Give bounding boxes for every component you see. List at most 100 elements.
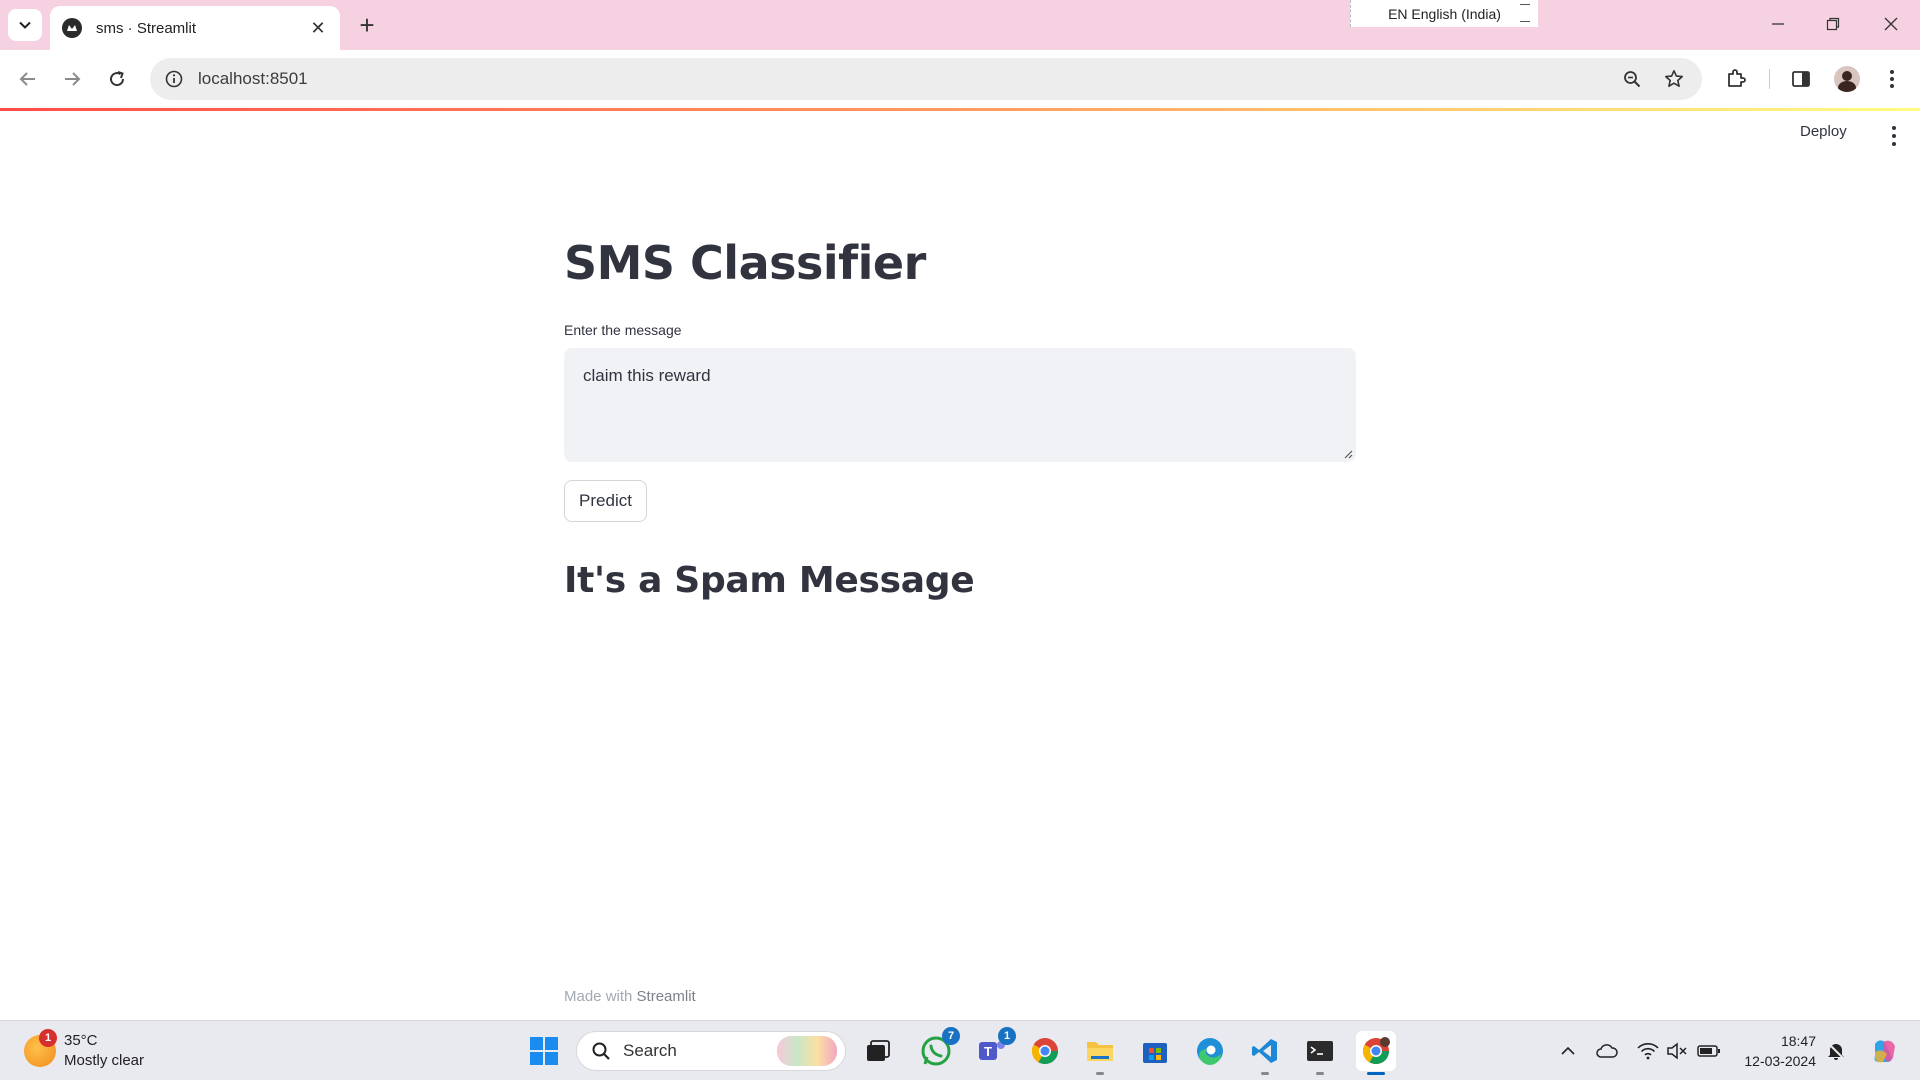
tab-title: sms · Streamlit bbox=[96, 19, 197, 37]
extensions-button[interactable] bbox=[1720, 63, 1752, 95]
terminal-app[interactable] bbox=[1300, 1031, 1340, 1075]
toolbar-divider bbox=[1769, 69, 1770, 89]
battery-tray[interactable] bbox=[1697, 1039, 1721, 1063]
streamlit-decoration-bar bbox=[0, 108, 1920, 111]
chrome-app[interactable] bbox=[1025, 1031, 1065, 1071]
clock-date: 12-03-2024 bbox=[1744, 1053, 1816, 1069]
bookmark-star-icon[interactable] bbox=[1660, 65, 1688, 93]
teams-app[interactable]: T 1 bbox=[972, 1027, 1016, 1071]
restore-button[interactable] bbox=[1813, 8, 1853, 40]
resize-handle-icon[interactable] bbox=[1343, 449, 1353, 459]
message-textarea[interactable] bbox=[564, 348, 1356, 462]
edge-app[interactable] bbox=[1190, 1031, 1230, 1071]
browser-tab-bar: sms · Streamlit ✕ + EN English (India) bbox=[0, 0, 1920, 50]
browser-menu-button[interactable] bbox=[1876, 63, 1908, 95]
page-title: SMS Classifier bbox=[564, 236, 926, 290]
task-view-button[interactable] bbox=[858, 1031, 898, 1071]
chevron-down-icon bbox=[19, 21, 31, 29]
close-window-button[interactable] bbox=[1871, 8, 1911, 40]
chevron-up-icon bbox=[1561, 1046, 1575, 1055]
profile-button[interactable] bbox=[1831, 63, 1863, 95]
chrome-icon bbox=[1362, 1037, 1390, 1065]
app-main-menu-icon[interactable] bbox=[1884, 124, 1904, 148]
running-indicator bbox=[1316, 1072, 1324, 1075]
vscode-app[interactable] bbox=[1245, 1031, 1285, 1075]
focus-assist-tray[interactable] bbox=[1824, 1039, 1848, 1063]
running-indicator bbox=[1096, 1072, 1104, 1075]
copilot-button[interactable] bbox=[1868, 1035, 1900, 1067]
back-arrow-icon bbox=[19, 72, 35, 86]
copilot-icon bbox=[1874, 1040, 1895, 1063]
search-highlight-art-icon bbox=[777, 1036, 837, 1066]
show-hidden-icons-button[interactable] bbox=[1556, 1039, 1580, 1063]
edge-icon bbox=[1197, 1038, 1223, 1065]
side-panel-icon bbox=[1792, 71, 1810, 87]
address-bar[interactable]: localhost:8501 bbox=[150, 58, 1702, 100]
minimize-button[interactable] bbox=[1758, 8, 1798, 40]
weather-temperature: 35°C bbox=[64, 1032, 98, 1049]
back-button[interactable] bbox=[12, 63, 44, 95]
terminal-icon bbox=[1307, 1041, 1333, 1061]
footer-streamlit-link[interactable]: Streamlit bbox=[637, 988, 696, 1005]
address-url[interactable]: localhost:8501 bbox=[198, 69, 1618, 89]
language-label: EN English (India) bbox=[1388, 5, 1501, 22]
chrome-profile-app[interactable] bbox=[1356, 1031, 1396, 1075]
footer-prefix: Made with bbox=[564, 988, 633, 1005]
browser-toolbar: localhost:8501 bbox=[0, 50, 1920, 108]
teams-badge: 1 bbox=[998, 1027, 1016, 1045]
message-input-label: Enter the message bbox=[564, 322, 682, 338]
zoom-icon[interactable] bbox=[1618, 65, 1646, 93]
weather-sun-icon: 1 bbox=[24, 1029, 57, 1067]
expand-icon bbox=[1520, 4, 1530, 22]
clock-time: 18:47 bbox=[1780, 1033, 1816, 1049]
search-label: Search bbox=[623, 1041, 677, 1060]
weather-widget[interactable]: 1 35°C Mostly clear bbox=[24, 1029, 145, 1071]
minimize-icon bbox=[1772, 23, 1784, 25]
file-explorer-app[interactable] bbox=[1080, 1031, 1120, 1075]
volume-muted-icon bbox=[1667, 1042, 1687, 1060]
running-indicator bbox=[1261, 1072, 1269, 1075]
weather-description: Mostly clear bbox=[64, 1052, 145, 1069]
avatar bbox=[1834, 66, 1860, 92]
running-indicator bbox=[1367, 1072, 1385, 1075]
volume-tray[interactable] bbox=[1665, 1039, 1689, 1063]
kebab-menu-icon bbox=[1890, 70, 1894, 88]
close-icon bbox=[1884, 17, 1898, 31]
result-heading: It's a Spam Message bbox=[564, 560, 975, 601]
notification-bell-icon bbox=[1827, 1042, 1845, 1060]
svg-text:T: T bbox=[984, 1044, 992, 1059]
predict-button[interactable]: Predict bbox=[564, 480, 647, 522]
microsoft-store-app[interactable] bbox=[1135, 1031, 1175, 1071]
wifi-icon bbox=[1637, 1043, 1659, 1060]
taskbar-clock[interactable]: 18:47 12-03-2024 bbox=[1732, 1031, 1816, 1071]
forward-button[interactable] bbox=[56, 63, 88, 95]
battery-icon bbox=[1697, 1045, 1720, 1057]
weather-badge: 1 bbox=[39, 1029, 57, 1047]
task-view-icon bbox=[867, 1040, 890, 1061]
tab-search-button[interactable] bbox=[8, 9, 42, 41]
windows-logo-icon bbox=[530, 1037, 558, 1065]
site-info-icon[interactable] bbox=[163, 68, 185, 90]
chrome-icon bbox=[1031, 1038, 1059, 1065]
language-indicator[interactable]: EN English (India) bbox=[1350, 0, 1538, 27]
whatsapp-badge: 7 bbox=[942, 1027, 960, 1045]
taskbar-search[interactable]: Search bbox=[576, 1031, 846, 1071]
deploy-button[interactable]: Deploy bbox=[1800, 123, 1847, 140]
footer: Made with Streamlit bbox=[564, 988, 696, 1005]
onedrive-tray[interactable] bbox=[1595, 1039, 1619, 1063]
folder-icon bbox=[1087, 1042, 1113, 1061]
wifi-tray[interactable] bbox=[1636, 1039, 1660, 1063]
tab-close-icon[interactable]: ✕ bbox=[308, 18, 328, 38]
start-button[interactable] bbox=[524, 1031, 564, 1071]
side-panel-button[interactable] bbox=[1785, 63, 1817, 95]
whatsapp-app[interactable]: 7 bbox=[916, 1027, 960, 1071]
restore-icon bbox=[1826, 17, 1840, 31]
streamlit-favicon-icon bbox=[62, 18, 82, 38]
new-tab-button[interactable]: + bbox=[353, 11, 381, 39]
reload-icon bbox=[110, 71, 125, 87]
tab-streamlit[interactable]: sms · Streamlit ✕ bbox=[50, 6, 340, 50]
store-icon bbox=[1143, 1043, 1167, 1063]
forward-arrow-icon bbox=[65, 72, 81, 86]
reload-button[interactable] bbox=[101, 63, 133, 95]
search-icon bbox=[592, 1042, 610, 1060]
